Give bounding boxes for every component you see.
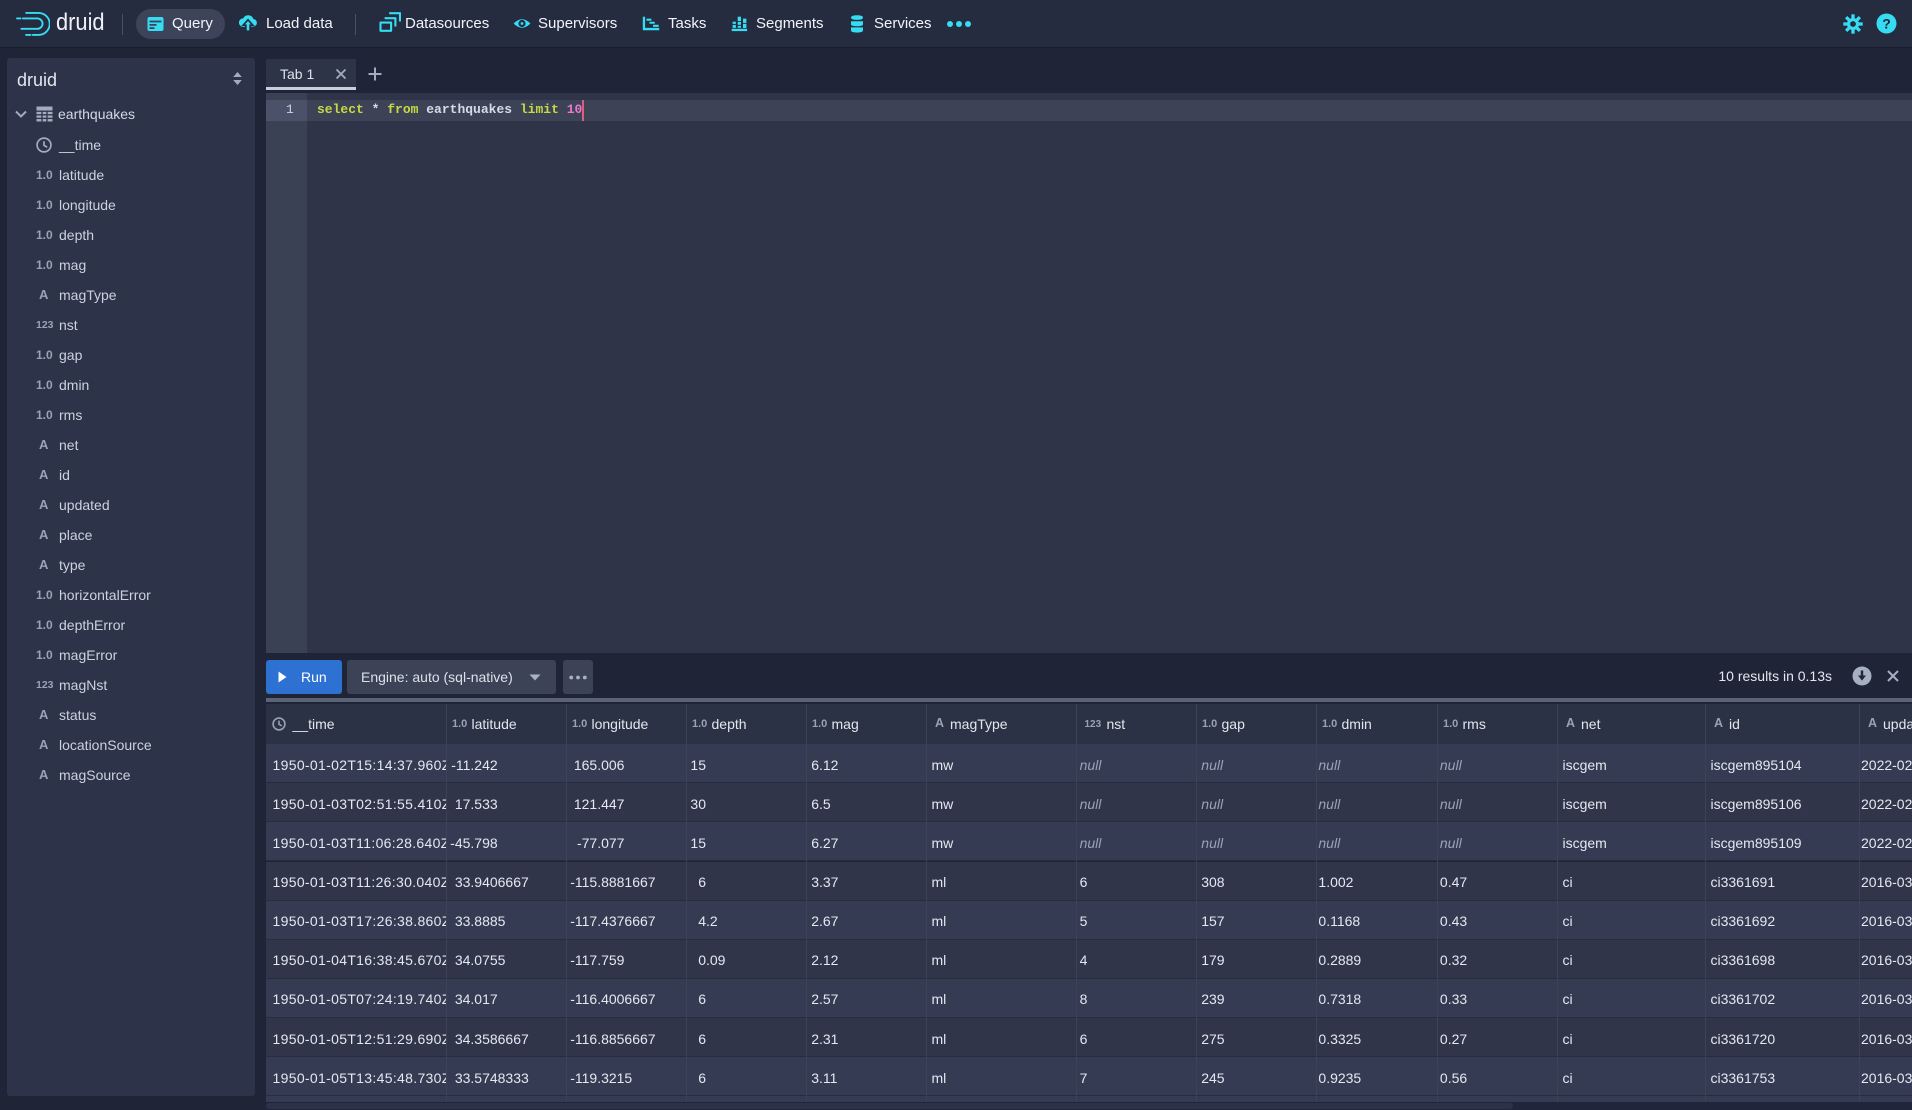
svg-text:?: ? (1882, 15, 1891, 31)
